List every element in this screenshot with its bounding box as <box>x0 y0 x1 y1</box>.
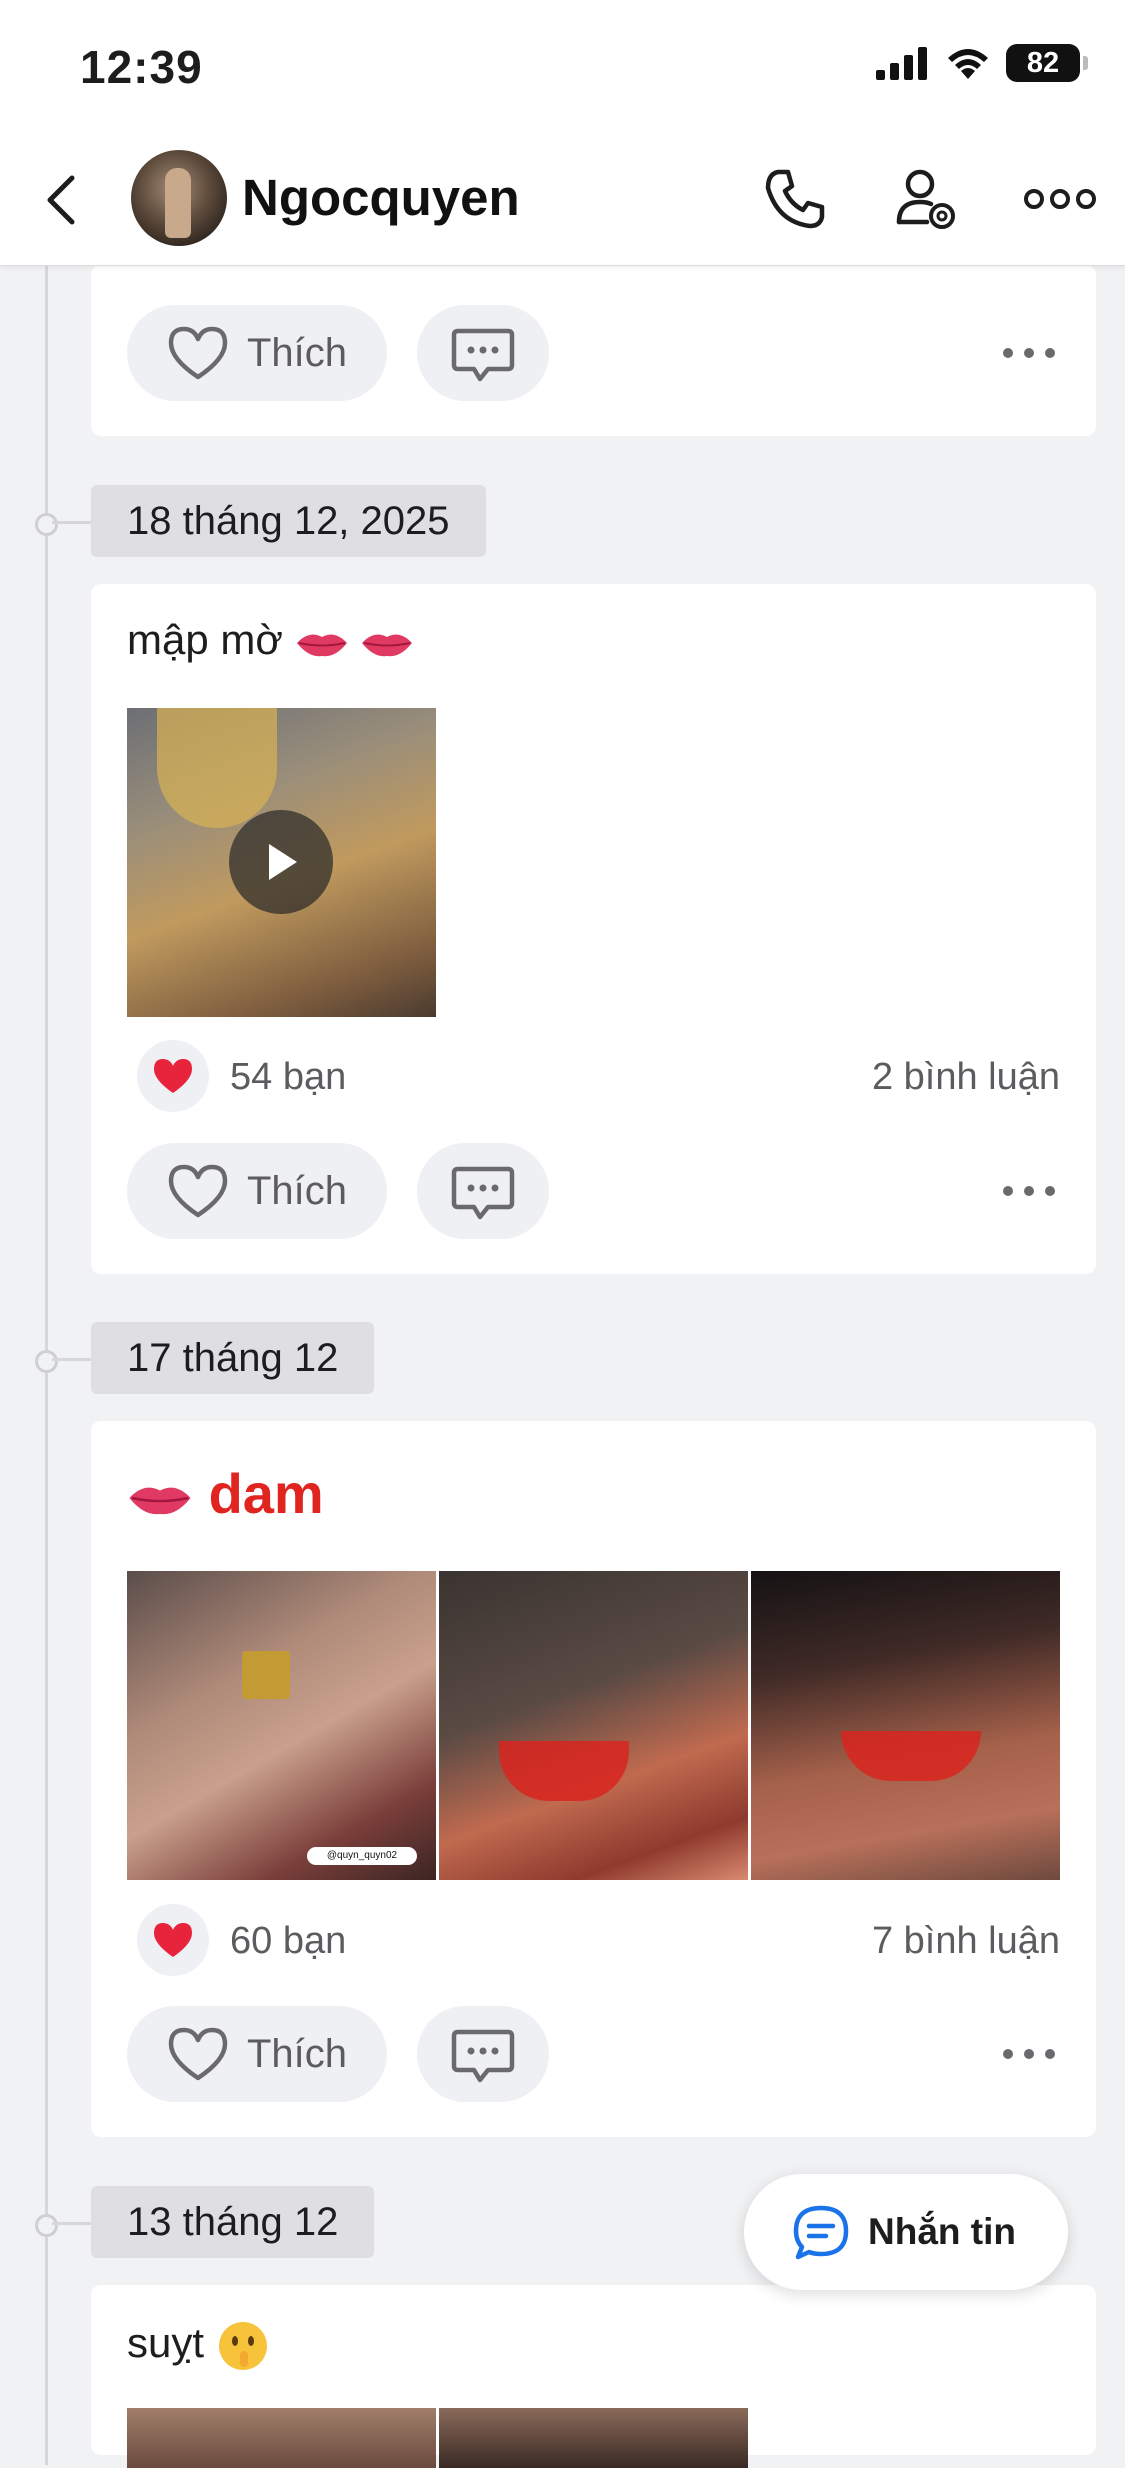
lips-emoji-icon <box>362 634 413 657</box>
comment-icon <box>451 2029 515 2083</box>
timeline-dot <box>35 1350 58 1373</box>
phone-icon[interactable] <box>756 160 834 238</box>
play-icon <box>269 844 297 880</box>
post-more-icon[interactable] <box>1000 333 1060 373</box>
shushing-face-emoji-icon <box>218 2322 267 2370</box>
timeline-connector <box>52 2222 91 2225</box>
comment-button[interactable] <box>417 305 549 401</box>
comment-icon <box>451 328 515 382</box>
reaction-count[interactable]: 54 bạn <box>230 1056 346 1099</box>
image-thumbnail[interactable] <box>127 2408 436 2468</box>
image-thumbnail[interactable] <box>751 1571 1060 1880</box>
post-card: dam @quyn_quyn02 60 bạn 7 bình luận Thíc… <box>91 1421 1096 2137</box>
comment-count[interactable]: 2 bình luận <box>872 1056 1060 1099</box>
contact-name[interactable]: Ngocquyen <box>242 168 520 227</box>
timeline-dot <box>35 2214 58 2237</box>
avatar[interactable] <box>131 150 227 246</box>
play-button[interactable] <box>229 810 333 914</box>
post-text: suỵt <box>127 2319 205 2367</box>
post-card: mập mờ 54 bạn 2 bình luận Thích <box>91 584 1096 1274</box>
signal-icon <box>876 47 927 80</box>
like-label: Thích <box>247 331 348 375</box>
chat-header: Ngocquyen <box>0 130 1125 266</box>
date-chip: 13 tháng 12 <box>91 2186 375 2258</box>
like-button[interactable]: Thích <box>127 1143 387 1239</box>
post-actions: Thích <box>127 2006 1060 2102</box>
post-caption: mập mờ <box>127 616 414 664</box>
post-actions: Thích <box>127 1143 1060 1239</box>
heart-icon <box>154 1059 192 1093</box>
heart-reaction-badge[interactable] <box>137 1040 209 1112</box>
heart-icon <box>168 2027 228 2081</box>
image-thumbnail[interactable] <box>439 1571 748 1880</box>
reaction-count[interactable]: 60 bạn <box>230 1920 346 1963</box>
image-thumbnail[interactable] <box>439 2408 748 2468</box>
like-label: Thích <box>247 2032 348 2076</box>
post-text: mập mờ <box>127 616 283 663</box>
timeline-dot <box>35 513 58 536</box>
comment-button[interactable] <box>417 2006 549 2102</box>
comment-count[interactable]: 7 bình luận <box>872 1920 1060 1963</box>
user-settings-icon[interactable] <box>887 160 965 238</box>
battery-level: 82 <box>1026 46 1060 79</box>
reaction-row: 54 bạn 2 bình luận <box>127 1040 1060 1112</box>
video-thumbnail[interactable] <box>127 708 436 1017</box>
image-thumbnail[interactable]: @quyn_quyn02 <box>127 1571 436 1880</box>
image-watermark: @quyn_quyn02 <box>307 1847 417 1865</box>
battery-icon: 82 <box>1006 44 1088 82</box>
date-chip: 17 tháng 12 <box>91 1322 375 1394</box>
post-more-icon[interactable] <box>1000 2034 1060 2074</box>
wifi-icon <box>948 49 988 79</box>
status-time: 12:39 <box>80 41 203 93</box>
post-text: dam <box>208 1462 324 1525</box>
post-more-icon[interactable] <box>1000 1171 1060 1211</box>
timeline-connector <box>52 521 91 524</box>
like-button[interactable]: Thích <box>127 305 387 401</box>
like-button[interactable]: Thích <box>127 2006 387 2102</box>
status-bar: 12:39 82 <box>0 0 1125 130</box>
timeline-connector <box>52 1358 91 1361</box>
reaction-row: 60 bạn 7 bình luận <box>127 1904 1060 1976</box>
heart-icon <box>168 1164 228 1218</box>
status-icons: 82 <box>876 44 1088 82</box>
comment-icon <box>451 1166 515 1220</box>
post-card-partial: Thích <box>91 265 1096 436</box>
message-button-label: Nhắn tin <box>868 2211 1016 2252</box>
lips-emoji-icon <box>296 634 347 657</box>
back-icon[interactable] <box>38 170 88 230</box>
more-icon[interactable] <box>1020 160 1100 238</box>
chat-icon <box>793 2205 849 2260</box>
like-label: Thích <box>247 1169 348 1213</box>
lips-emoji-icon <box>129 1487 191 1515</box>
post-caption: suỵt <box>127 2319 270 2373</box>
post-caption: dam <box>127 1461 324 1526</box>
heart-reaction-badge[interactable] <box>137 1904 209 1976</box>
heart-icon <box>168 326 228 380</box>
message-button[interactable]: Nhắn tin <box>744 2174 1068 2290</box>
post-card: suỵt <box>91 2285 1096 2468</box>
comment-button[interactable] <box>417 1143 549 1239</box>
post-actions: Thích <box>127 305 1060 401</box>
date-chip: 18 tháng 12, 2025 <box>91 485 486 557</box>
heart-icon <box>154 1923 192 1957</box>
